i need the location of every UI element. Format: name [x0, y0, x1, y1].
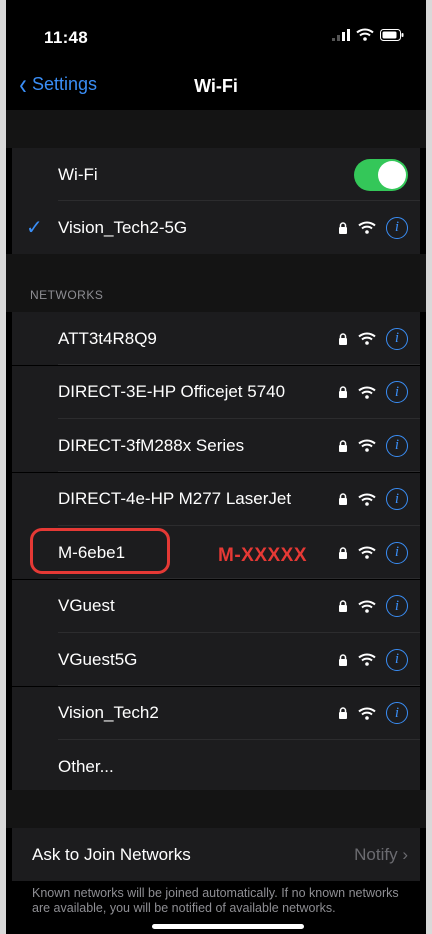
- network-row[interactable]: DIRECT-3E-HP Officejet 5740 i: [12, 365, 420, 419]
- section-gap: [6, 110, 426, 148]
- ask-to-join-value: Notify ›: [354, 845, 408, 864]
- home-indicator: [152, 924, 304, 929]
- wifi-signal-icon: [358, 332, 376, 345]
- network-name: VGuest5G: [58, 649, 138, 669]
- wifi-status-icon: [356, 28, 374, 41]
- connected-network-row[interactable]: ✓ Vision_Tech2-5G i: [12, 201, 420, 254]
- footer-text: Known networks will be joined automatica…: [32, 886, 399, 915]
- network-name: DIRECT-3E-HP Officejet 5740: [58, 382, 286, 401]
- section-gap: [6, 790, 426, 828]
- network-name: ATT3t4R8Q9: [58, 328, 157, 348]
- networks-section-header: NETWORKS: [30, 288, 104, 302]
- wifi-signal-icon: [358, 439, 376, 452]
- wifi-signal-icon: [358, 600, 376, 613]
- lock-icon: [339, 386, 347, 398]
- wifi-signal-icon: [358, 707, 376, 720]
- info-icon[interactable]: i: [386, 648, 408, 671]
- wifi-toggle-row: Wi-Fi: [12, 148, 420, 201]
- network-name: DIRECT-4e-HP M277 LaserJet: [58, 489, 292, 508]
- info-icon[interactable]: i: [386, 434, 408, 457]
- annotation-label: M-XXXXX: [218, 545, 308, 566]
- network-row[interactable]: DIRECT-3fM288x Series i: [12, 419, 420, 472]
- status-time: 11:48: [44, 28, 89, 47]
- info-icon[interactable]: i: [386, 541, 408, 564]
- cellular-signal-icon: [332, 28, 350, 41]
- ask-to-join-label: Ask to Join Networks: [32, 845, 191, 864]
- lock-icon: [339, 221, 347, 234]
- network-row[interactable]: ATT3t4R8Q9 i: [12, 312, 420, 365]
- wifi-signal-icon: [358, 221, 376, 234]
- highlight-box: [30, 528, 170, 574]
- ask-to-join-row[interactable]: Ask to Join Networks Notify ›: [12, 828, 420, 881]
- battery-icon: [380, 28, 404, 41]
- wifi-signal-icon: [358, 493, 376, 506]
- lock-icon: [339, 332, 347, 345]
- info-icon[interactable]: i: [386, 216, 408, 239]
- lock-icon: [339, 493, 347, 505]
- lock-icon: [339, 600, 347, 612]
- navigation-bar: ‹ Settings Wi-Fi: [6, 60, 426, 110]
- network-row[interactable]: Other...: [12, 740, 420, 793]
- network-name: Vision_Tech2: [58, 703, 159, 722]
- lock-icon: [339, 439, 347, 452]
- connected-network-name: Vision_Tech2-5G: [58, 217, 188, 237]
- section-gap: [6, 254, 426, 312]
- checkmark-icon: ✓: [26, 217, 43, 239]
- network-row[interactable]: DIRECT-4e-HP M277 LaserJet i: [12, 472, 420, 526]
- lock-icon: [339, 546, 347, 559]
- lock-icon: [339, 707, 347, 719]
- info-icon[interactable]: i: [386, 595, 408, 617]
- info-icon[interactable]: i: [386, 702, 408, 724]
- wifi-signal-icon: [358, 653, 376, 666]
- info-icon[interactable]: i: [386, 488, 408, 510]
- network-name: VGuest: [58, 596, 115, 615]
- info-icon[interactable]: i: [386, 327, 408, 350]
- network-row[interactable]: VGuest5G i: [12, 633, 420, 686]
- wifi-signal-icon: [358, 386, 376, 399]
- screen: 11:48 ‹ Settings Wi-Fi Wi-Fi ✓ Vision_Te…: [0, 0, 432, 934]
- network-name: DIRECT-3fM288x Series: [58, 435, 245, 455]
- status-icons: [332, 28, 404, 41]
- wifi-toggle-switch[interactable]: [354, 158, 408, 191]
- network-row[interactable]: VGuest i: [12, 579, 420, 633]
- network-row[interactable]: Vision_Tech2 i: [12, 686, 420, 740]
- wifi-signal-icon: [358, 546, 376, 559]
- page-title: Wi-Fi: [194, 76, 238, 96]
- wifi-toggle-label: Wi-Fi: [58, 164, 98, 184]
- chevron-right-icon: ›: [402, 845, 408, 864]
- info-icon[interactable]: i: [386, 381, 408, 403]
- network-name: Other...: [58, 756, 114, 776]
- status-bar: 11:48: [6, 0, 426, 60]
- lock-icon: [339, 653, 347, 666]
